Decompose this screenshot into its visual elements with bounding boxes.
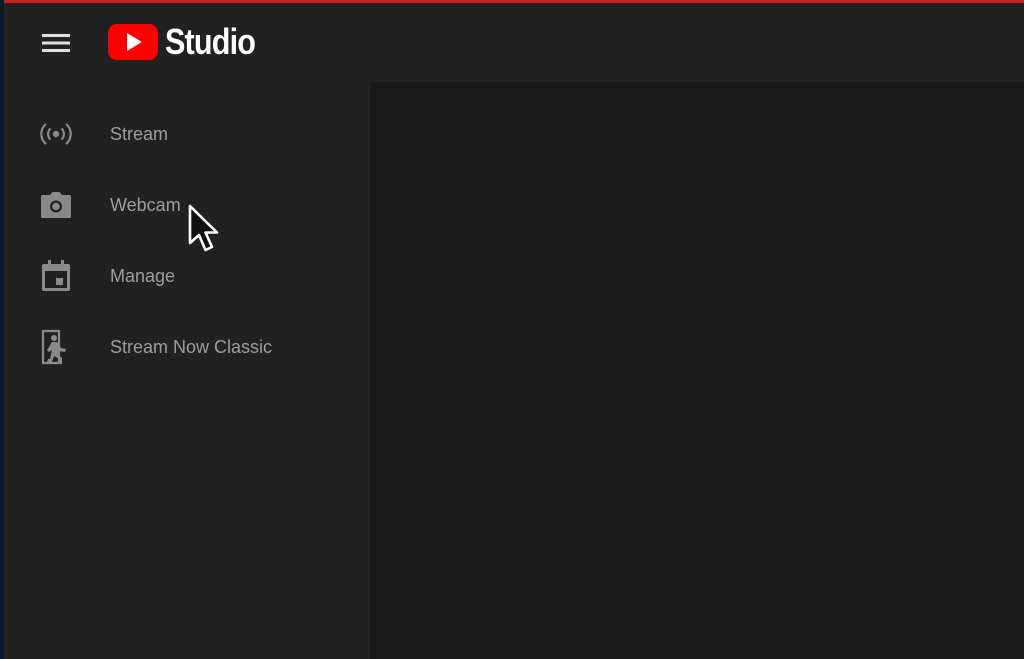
logo-text: Studio (165, 21, 256, 62)
sidebar-item-label: Stream (110, 123, 169, 144)
sidebar-item-manage[interactable]: Manage (4, 246, 370, 306)
live-broadcast-icon (38, 116, 74, 152)
sidebar-item-webcam[interactable]: Webcam (4, 175, 370, 235)
sidebar-item-label: Stream Now Classic (110, 336, 273, 357)
calendar-icon (38, 258, 74, 294)
main-content-area (370, 82, 1024, 659)
sidebar-item-stream[interactable]: Stream (4, 104, 370, 164)
camera-icon (38, 187, 74, 223)
sidebar-item-label: Webcam (110, 194, 181, 215)
app-header: Studio (4, 3, 1024, 82)
menu-button[interactable] (36, 23, 76, 63)
sidebar: Stream Webcam Manage Stream Now Classic (4, 82, 370, 659)
sidebar-item-stream-now-classic[interactable]: Stream Now Classic (4, 317, 370, 377)
classic-exit-icon (38, 329, 74, 365)
youtube-studio-window: Studio Stream Webcam Manage Stream Now C… (4, 0, 1024, 659)
studio-logo[interactable]: Studio (108, 21, 271, 63)
youtube-play-logo-icon (108, 24, 158, 60)
hamburger-menu-icon (42, 34, 70, 52)
sidebar-item-label: Manage (110, 265, 176, 286)
